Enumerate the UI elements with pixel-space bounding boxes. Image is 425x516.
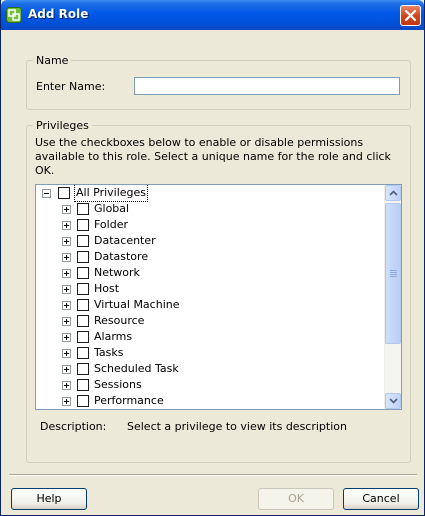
chevron-up-icon (389, 190, 398, 196)
scroll-up-button[interactable] (385, 185, 401, 201)
add-role-dialog: Add Role Name Enter Name: Privileges Use… (0, 0, 425, 516)
privileges-instructions: Use the checkboxes below to enable or di… (35, 136, 391, 177)
privilege-checkbox[interactable] (77, 395, 89, 407)
name-legend: Name (33, 54, 72, 67)
close-button[interactable] (400, 5, 421, 26)
tree-label: Alarms (94, 330, 133, 343)
expand-icon[interactable] (62, 381, 71, 390)
expand-icon[interactable] (62, 205, 71, 214)
privilege-checkbox[interactable] (77, 379, 89, 391)
tree-label: Datacenter (94, 234, 156, 247)
privileges-legend: Privileges (33, 119, 92, 132)
expand-icon[interactable] (62, 285, 71, 294)
privilege-checkbox[interactable] (77, 219, 89, 231)
privileges-group: Privileges Use the checkboxes below to e… (26, 119, 411, 463)
expand-icon[interactable] (62, 253, 71, 262)
privilege-checkbox[interactable] (77, 203, 89, 215)
privilege-checkbox[interactable] (77, 347, 89, 359)
tree-scrollbar[interactable] (384, 185, 401, 409)
tree-label: Folder (94, 218, 128, 231)
thumb-grip (390, 270, 397, 271)
tree-label: Tasks (94, 346, 124, 359)
ok-button[interactable]: OK (258, 488, 334, 510)
tree-label: Host (94, 282, 120, 295)
tree-label: Network (94, 266, 140, 279)
scroll-down-button[interactable] (385, 393, 401, 409)
expand-icon[interactable] (62, 301, 71, 310)
expand-icon[interactable] (62, 237, 71, 246)
expand-icon[interactable] (62, 317, 71, 326)
description-value: Select a privilege to view its descripti… (127, 420, 347, 433)
footer-separator (9, 474, 417, 476)
description-label: Description: (40, 420, 107, 433)
tree-label: Scheduled Task (94, 362, 179, 375)
thumb-grip (390, 274, 397, 275)
privilege-checkbox[interactable] (77, 267, 89, 279)
expand-icon[interactable] (62, 349, 71, 358)
scroll-thumb[interactable] (385, 203, 401, 344)
thumb-grip (390, 276, 397, 277)
role-app-icon (6, 7, 22, 23)
privilege-checkbox[interactable] (77, 251, 89, 263)
expand-icon[interactable] (62, 397, 71, 406)
chevron-down-icon (389, 398, 398, 404)
tree-label: Resource (94, 314, 145, 327)
expand-icon[interactable] (62, 365, 71, 374)
privilege-checkbox[interactable] (77, 235, 89, 247)
tree-label: Sessions (94, 378, 142, 391)
enter-name-label: Enter Name: (36, 80, 106, 93)
name-group: Name Enter Name: (26, 54, 411, 110)
privilege-checkbox[interactable] (77, 363, 89, 375)
close-icon (404, 9, 417, 22)
dialog-title: Add Role (28, 7, 89, 21)
thumb-grip (390, 272, 397, 273)
tree-label-all-privileges: All Privileges (73, 185, 149, 202)
privileges-tree[interactable]: All Privileges Global Folder Datacenter Dat… (35, 184, 402, 410)
title-bar[interactable]: Add Role (1, 0, 424, 30)
cancel-button[interactable]: Cancel (343, 488, 419, 510)
tree-label: Virtual Machine (94, 298, 180, 311)
expand-icon[interactable] (62, 221, 71, 230)
privilege-checkbox[interactable] (77, 283, 89, 295)
expand-icon[interactable] (62, 333, 71, 342)
tree-label: Performance (94, 394, 164, 407)
checkbox-all-privileges[interactable] (58, 187, 70, 199)
help-button[interactable]: Help (11, 488, 87, 510)
tree-content: All Privileges Global Folder Datacenter Dat… (36, 185, 386, 409)
tree-label: Datastore (94, 250, 149, 263)
privilege-checkbox[interactable] (77, 315, 89, 327)
privilege-checkbox[interactable] (77, 331, 89, 343)
expand-icon[interactable] (62, 269, 71, 278)
role-name-input[interactable] (134, 77, 400, 95)
tree-label: Global (94, 202, 130, 215)
collapse-icon[interactable] (42, 189, 51, 198)
privilege-checkbox[interactable] (77, 299, 89, 311)
